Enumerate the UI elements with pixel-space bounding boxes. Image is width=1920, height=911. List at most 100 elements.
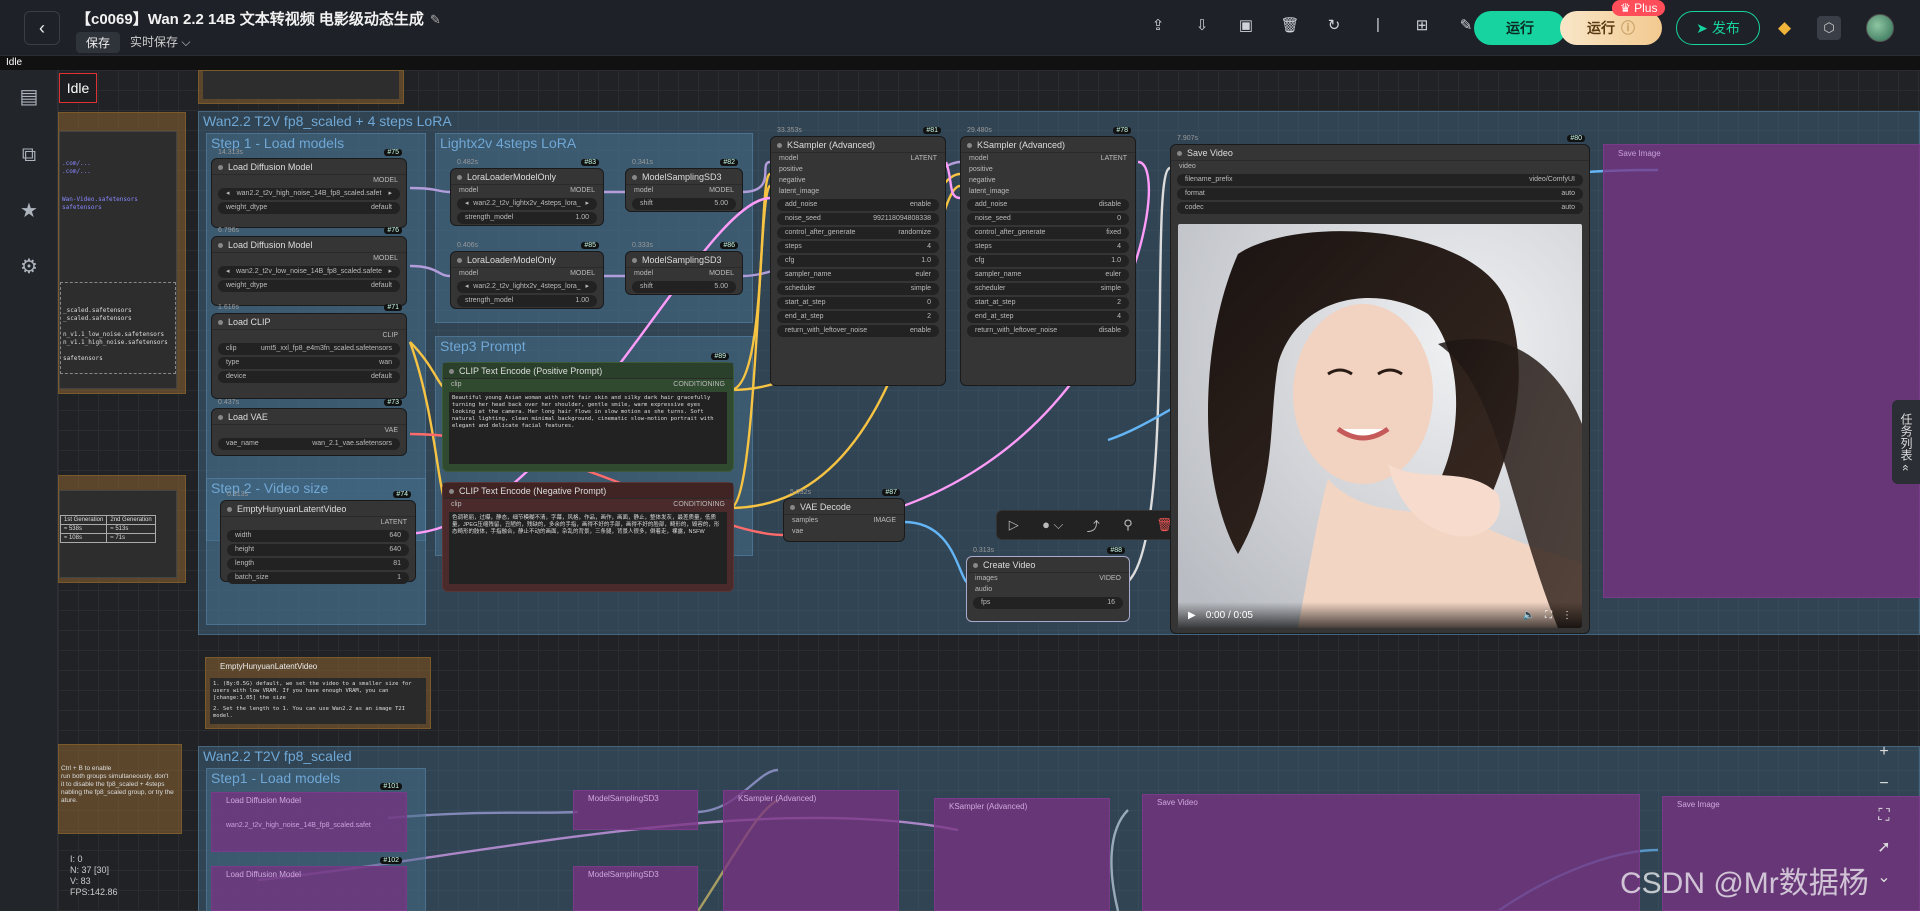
weight-dtype-select[interactable]: weight_dtype default <box>218 202 400 214</box>
node-bottom-load-diffusion-2[interactable]: #102 Load Diffusion Model <box>211 857 407 911</box>
widget-sampler-name[interactable]: sampler_name euler <box>777 269 939 281</box>
shift-input[interactable]: shift 5.00 <box>632 281 736 293</box>
widget-end-at-step[interactable]: end_at_step 4 <box>967 311 1129 323</box>
weight-dtype-select[interactable]: weight_dtype default <box>218 280 400 292</box>
task-list-tab[interactable]: 任务列表 « <box>1892 400 1920 484</box>
unet-select[interactable]: ◂ wan2.2_t2v_low_noise_14B_fp8_scaled.saf… <box>218 266 400 278</box>
pin-icon[interactable]: ⚲ <box>1123 517 1133 533</box>
negative-prompt-textarea[interactable]: 色调艳丽，过曝，静态，细节模糊不清，字幕，风格，作品，画作，画面，静止，整体发灰… <box>449 512 727 584</box>
fullscreen-icon[interactable]: ⛶ <box>1545 610 1552 621</box>
node-bottom-load-diffusion[interactable]: #101 Load Diffusion Model wan2.2_t2v_hig… <box>211 783 407 852</box>
app-icon[interactable]: ⬡ <box>1817 16 1841 40</box>
edit-icon[interactable]: ✎ <box>430 12 441 27</box>
chevron-down-icon[interactable]: ⌄ <box>1872 866 1896 890</box>
codec-select[interactable]: codec auto <box>1177 202 1583 214</box>
width-input[interactable]: width 640 <box>227 530 409 542</box>
widget-add-noise[interactable]: add_noise enable <box>777 199 939 211</box>
widget-control-after-generate[interactable]: control_after_generate fixed <box>967 227 1129 239</box>
widget-start-at-step[interactable]: start_at_step 2 <box>967 297 1129 309</box>
play-icon[interactable]: ▶ <box>1188 610 1196 621</box>
zoom-in-icon[interactable]: + <box>1872 740 1896 764</box>
strength-input[interactable]: strength_model 1.00 <box>457 212 597 224</box>
node-load-vae[interactable]: 0.437s #73 Load VAE VAE vae_name wan_2.1_… <box>211 399 407 456</box>
node-ksampler-1[interactable]: 33.353s #81 KSampler (Advanced) model LAT… <box>770 127 946 386</box>
autosave-dropdown[interactable]: 实时保存 ⌵ <box>130 33 190 50</box>
workflow-canvas[interactable]: .com/... .com/... Wan-Video.safetensors … <box>58 70 1920 911</box>
grid-icon[interactable]: ⊞ <box>1410 16 1434 34</box>
node-load-diffusion-2[interactable]: 6.796s #76 Load Diffusion Model MODEL ◂ w… <box>211 227 407 306</box>
node-lora-2[interactable]: 0.406s #85 LoraLoaderModelOnly model MODE… <box>450 242 604 309</box>
bypass-icon[interactable]: ⤴ <box>1087 516 1100 535</box>
upload-icon[interactable]: ⇪ <box>1146 16 1170 34</box>
node-load-diffusion-1[interactable]: 14.313s #75 Load Diffusion Model MODEL ◂… <box>211 149 407 228</box>
filename-prefix-input[interactable]: filename_prefix video/ComfyUI <box>1177 174 1583 186</box>
fps-input[interactable]: fps 16 <box>973 597 1123 609</box>
refresh-icon[interactable]: ↻ <box>1322 16 1346 34</box>
unet-select[interactable]: ◂ wan2.2_t2v_high_noise_14B_fp8_scaled.sa… <box>218 188 400 200</box>
clip-select[interactable]: clip umt5_xxl_fp8_e4m3fn_scaled.safetenso… <box>218 343 400 355</box>
node-load-clip[interactable]: 1.616s #71 Load CLIP CLIP clip umt5_xxl_f… <box>211 304 407 399</box>
diamond-icon[interactable]: ◆ <box>1778 18 1791 38</box>
length-input[interactable]: length 81 <box>227 558 409 570</box>
widget-return-leftover[interactable]: return_with_leftover_noise disable <box>967 325 1129 337</box>
avatar[interactable] <box>1866 14 1894 42</box>
device-select[interactable]: device default <box>218 371 400 383</box>
widget-start-at-step[interactable]: start_at_step 0 <box>777 297 939 309</box>
nodes-tree-icon[interactable]: ⧉ <box>16 142 42 168</box>
node-vae-decode[interactable]: 5.032s #87 VAE Decode samples IMAGE vae <box>783 489 905 542</box>
document-icon[interactable]: ▤ <box>16 84 42 110</box>
widget-steps[interactable]: steps 4 <box>777 241 939 253</box>
widget-scheduler[interactable]: scheduler simple <box>777 283 939 295</box>
video-preview[interactable]: ▶ 0:00 / 0:05 🔈 ⛶ ⋮ <box>1178 224 1582 628</box>
widget-noise-seed[interactable]: noise_seed 0 <box>967 213 1129 225</box>
widget-add-noise[interactable]: add_noise disable <box>967 199 1129 211</box>
widget-cfg[interactable]: cfg 1.0 <box>967 255 1129 267</box>
gear-icon[interactable]: ⚙ <box>16 254 42 280</box>
batch-size-input[interactable]: batch_size 1 <box>227 572 409 584</box>
node-model-sampling-1[interactable]: 0.341s #82 ModelSamplingSD3 model MODEL s… <box>625 159 743 212</box>
fit-view-icon[interactable]: ⛶ <box>1872 804 1896 828</box>
node-bottom-ksampler-2[interactable]: KSampler (Advanced) <box>934 798 1110 911</box>
node-model-sampling-2[interactable]: 0.333s #86 ModelSamplingSD3 model MODEL s… <box>625 242 743 295</box>
star-icon[interactable]: ★ <box>16 198 42 224</box>
save-button[interactable]: 保存 <box>76 32 121 53</box>
node-bottom-ksampler-1[interactable]: KSampler (Advanced) <box>723 790 899 911</box>
shift-input[interactable]: shift 5.00 <box>632 198 736 210</box>
node-lora-1[interactable]: 0.482s #83 LoraLoaderModelOnly model MODE… <box>450 159 604 226</box>
widget-return-leftover[interactable]: return_with_leftover_noise enable <box>777 325 939 337</box>
screenshot-icon[interactable]: ▣ <box>1234 16 1258 34</box>
format-select[interactable]: format auto <box>1177 188 1583 200</box>
run-plus-button[interactable]: 运行 ⓘ <box>1560 11 1662 45</box>
node-save-image-bypassed[interactable]: Save Image <box>1603 144 1920 598</box>
node-empty-latent-video[interactable]: 0.313s #74 EmptyHunyuanLatentVideo LATEN… <box>220 491 416 584</box>
widget-control-after-generate[interactable]: control_after_generate randomize <box>777 227 939 239</box>
more-icon[interactable]: ⋮ <box>1562 610 1572 621</box>
note-latent[interactable]: EmptyHunyuanLatentVideo 1. (By:0.5G) def… <box>205 657 431 729</box>
node-ksampler-2[interactable]: 29.480s #78 KSampler (Advanced) model LAT… <box>960 127 1136 386</box>
widget-noise-seed[interactable]: noise_seed 992118094808338 <box>777 213 939 225</box>
volume-icon[interactable]: 🔈 <box>1523 610 1535 621</box>
node-negative-prompt[interactable]: CLIP Text Encode (Negative Prompt) clip C… <box>442 482 734 592</box>
publish-button[interactable]: ➤ 发布 <box>1676 11 1760 45</box>
color-icon[interactable]: ● ⌵ <box>1042 517 1063 533</box>
positive-prompt-textarea[interactable]: Beautiful young Asian woman with soft fa… <box>449 392 727 464</box>
node-bottom-save-video[interactable]: Save Video <box>1142 794 1640 911</box>
node-bottom-model-sampling[interactable]: ModelSamplingSD3 <box>573 790 698 830</box>
node-create-video[interactable]: 0.313s #88 Create Video images VIDEO audi… <box>966 547 1130 622</box>
download-icon[interactable]: ⇩ <box>1190 16 1214 34</box>
type-select[interactable]: type wan <box>218 357 400 369</box>
zoom-out-icon[interactable]: − <box>1872 772 1896 796</box>
strength-input[interactable]: strength_model 1.00 <box>457 295 597 307</box>
trash-icon[interactable]: 🗑 <box>1278 16 1302 34</box>
run-button[interactable]: 运行 <box>1474 11 1566 45</box>
node-positive-prompt[interactable]: #89 CLIP Text Encode (Positive Prompt) c… <box>442 353 734 472</box>
height-input[interactable]: height 640 <box>227 544 409 556</box>
lora-select[interactable]: ◂ wan2.2_t2v_lightx2v_4steps_lora_ ▸ <box>457 281 597 293</box>
vae-select[interactable]: vae_name wan_2.1_vae.safetensors <box>218 438 400 450</box>
widget-sampler-name[interactable]: sampler_name euler <box>967 269 1129 281</box>
widget-scheduler[interactable]: scheduler simple <box>967 283 1129 295</box>
back-button[interactable]: ‹ <box>24 11 60 45</box>
lora-select[interactable]: ◂ wan2.2_t2v_lightx2v_4steps_lora_ ▸ <box>457 198 597 210</box>
widget-cfg[interactable]: cfg 1.0 <box>777 255 939 267</box>
widget-steps[interactable]: steps 4 <box>967 241 1129 253</box>
